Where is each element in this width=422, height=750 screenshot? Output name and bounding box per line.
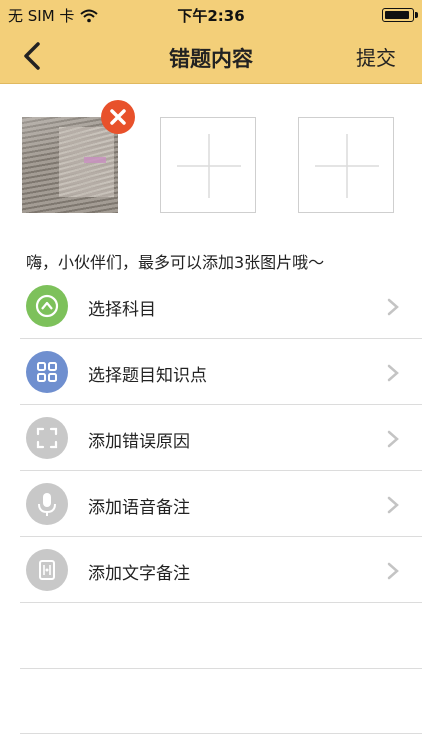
status-time: 下午2:36 [177, 7, 245, 25]
menu-item-error-reason[interactable]: 添加错误原因 [0, 405, 422, 471]
delete-photo-button[interactable] [101, 100, 135, 134]
chevron-right-icon [387, 364, 399, 382]
scan-frame-icon [26, 417, 68, 459]
plus-icon [315, 134, 379, 198]
chevron-right-icon [387, 430, 399, 448]
menu-item-label: 选择科目 [88, 300, 156, 320]
menu-item-knowledge-point[interactable]: 选择题目知识点 [0, 339, 422, 405]
photo-limit-hint: 嗨，小伙伴们，最多可以添加3张图片哦～ [26, 253, 325, 272]
add-photo-slot[interactable] [298, 117, 394, 213]
add-photo-slot[interactable] [160, 117, 256, 213]
menu-item-label: 选择题目知识点 [88, 366, 207, 386]
photo-picker [0, 100, 422, 230]
close-icon [110, 109, 126, 125]
nav-bar: 错题内容 提交 [0, 28, 422, 84]
status-bar: 无 SIM 卡 下午2:36 [0, 0, 422, 28]
submit-button[interactable]: 提交 [356, 42, 396, 71]
menu-item-text-note[interactable]: 添加文字备注 [0, 537, 422, 603]
menu-item-label: 添加错误原因 [88, 432, 190, 452]
menu-item-subject[interactable]: 选择科目 [0, 273, 422, 339]
document-icon [26, 549, 68, 591]
chevron-right-icon [387, 496, 399, 514]
subject-icon [26, 285, 68, 327]
menu-item-voice-note[interactable]: 添加语音备注 [0, 471, 422, 537]
microphone-icon [26, 483, 68, 525]
option-list: 选择科目 选择题目知识点 添加错误原因 添加语音备注 添加文字备注 [0, 273, 422, 603]
divider [20, 668, 422, 669]
chevron-right-icon [387, 298, 399, 316]
menu-item-label: 添加文字备注 [88, 564, 190, 584]
divider [20, 733, 422, 734]
plus-icon [177, 134, 241, 198]
grid-icon [26, 351, 68, 393]
chevron-right-icon [387, 562, 399, 580]
menu-item-label: 添加语音备注 [88, 498, 190, 518]
battery-icon [382, 8, 418, 22]
